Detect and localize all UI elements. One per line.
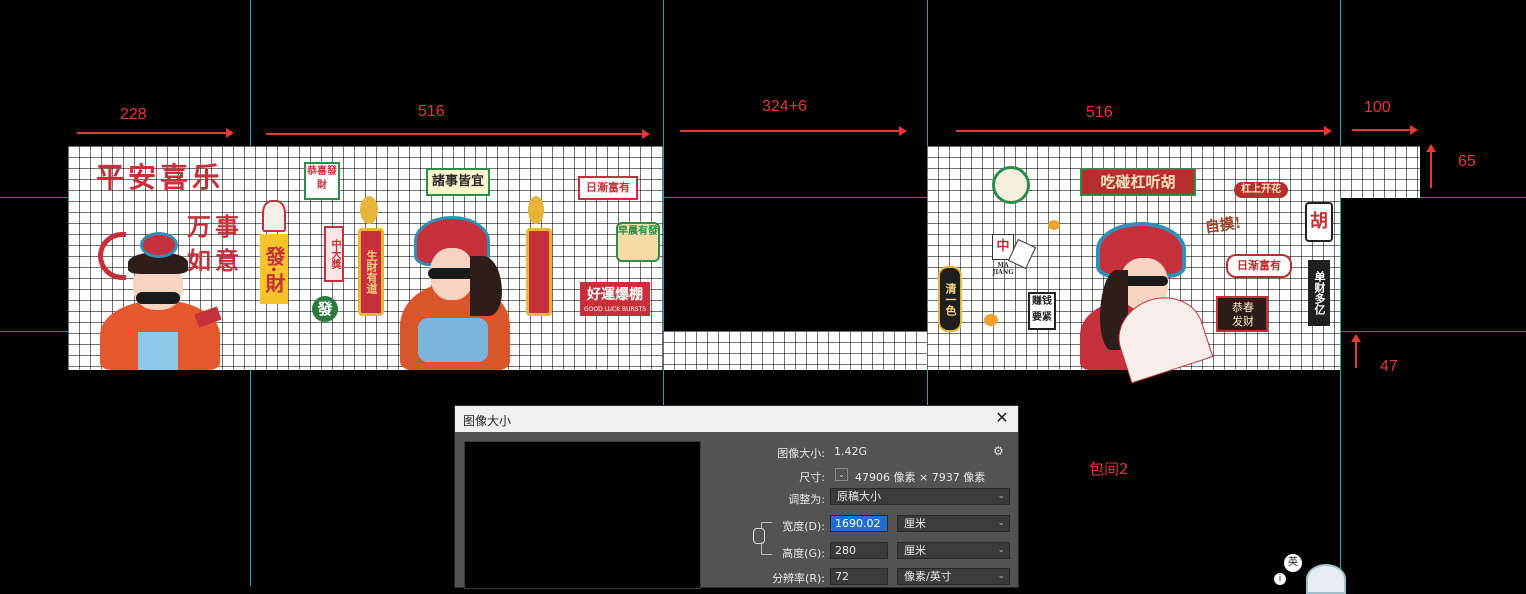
- room-label: 包间2: [1089, 460, 1129, 478]
- round-badge-icon: [992, 166, 1030, 204]
- gear-icon[interactable]: ⚙: [993, 444, 1004, 458]
- chevron-down-icon: ⌄: [997, 571, 1005, 581]
- dimension-arrow-5: [1352, 125, 1418, 135]
- dimensions-label: 尺寸:: [799, 471, 825, 484]
- lantern-sheng-cai: 生財有道: [358, 228, 384, 316]
- lantern-top-ornament: [360, 196, 378, 224]
- dimension-arrow-4: [956, 126, 1332, 136]
- character-boy-headdress: [140, 232, 178, 258]
- sign-ri-jian-fu-you-2: 日渐富有: [1226, 254, 1292, 278]
- sign-hao-yun-subtitle: GOOD LUCK BURSTS: [583, 306, 647, 313]
- fit-to-label: 调整为:: [788, 493, 825, 506]
- info-icon[interactable]: i: [1274, 573, 1286, 585]
- sign-zhuan-qian-yao-jin: 赚钱要紧: [1028, 292, 1056, 330]
- sign-qing-yi-se: 清一色: [938, 266, 962, 332]
- dimension-label-1: 228: [120, 106, 147, 123]
- chevron-down-icon[interactable]: ⌄: [835, 468, 848, 481]
- wall-panel-far-right: [1340, 146, 1420, 198]
- sign-hao-yun-bao-peng: 好運爆棚 GOOD LUCK BURSTS: [580, 282, 650, 316]
- width-input[interactable]: 1690.02: [830, 515, 888, 532]
- sign-fa-round: 發: [312, 296, 338, 322]
- dimension-arrow-3: [680, 126, 907, 136]
- ime-label: 英: [1288, 557, 1298, 568]
- fit-to-dropdown[interactable]: 原稿大小 ⌄: [830, 488, 1010, 505]
- ime-indicator[interactable]: 英: [1284, 554, 1302, 572]
- wall-panel-middle-low: [663, 331, 927, 370]
- chevron-down-icon: ⌄: [997, 518, 1005, 528]
- dimension-arrow-2: [266, 129, 650, 139]
- lantern-right-ornament: [528, 196, 544, 224]
- dimension-label-4: 516: [1086, 104, 1113, 121]
- orange-icon: [1048, 220, 1060, 230]
- sunglasses-icon-2: [428, 268, 476, 279]
- sign-ri-jian-fu-you: 日漸富有: [578, 176, 638, 200]
- resolution-unit-dropdown[interactable]: 像素/英寸 ⌄: [897, 568, 1010, 585]
- image-size-dialog: 图像大小 ✕ 图像大小: 1.42G ⚙ 尺寸: ⌄ 47906 像素 × 79…: [454, 405, 1019, 589]
- text-wan-shi: 万事: [187, 212, 243, 241]
- chevron-down-icon: ⌄: [997, 545, 1005, 555]
- orange-icon-2: [984, 314, 998, 326]
- resolution-input[interactable]: 72: [830, 568, 888, 585]
- height-input[interactable]: 280: [830, 542, 888, 559]
- text-ma-jiang: MA JIANG: [992, 262, 1014, 276]
- height-arrow-top: [1426, 144, 1436, 188]
- image-size-label: 图像大小:: [777, 447, 825, 460]
- sign-dan-cai-duo-yi: 单财多亿: [1308, 260, 1330, 326]
- height-label: 高度(G):: [782, 547, 825, 560]
- sign-zhong-da-jiang: 中大獎: [324, 226, 344, 282]
- sign-chi-peng-gang-ting-hu: 吃碰杠听胡: [1080, 168, 1196, 196]
- close-icon[interactable]: ✕: [992, 408, 1012, 428]
- width-unit-dropdown[interactable]: 厘米 ⌄: [897, 515, 1010, 532]
- text-ping-an-xi-le: 平安喜乐: [96, 161, 225, 194]
- dialog-title: 图像大小: [463, 414, 512, 428]
- image-size-value: 1.42G: [834, 445, 868, 458]
- lantern-right: [526, 228, 552, 316]
- height-label-bottom: 47: [1380, 358, 1398, 375]
- sign-gong-chun-text: 恭春发财: [1232, 301, 1254, 328]
- height-unit-dropdown[interactable]: 厘米 ⌄: [897, 542, 1010, 559]
- sunglasses-icon-3: [1124, 276, 1168, 286]
- dialog-title-bar[interactable]: 图像大小 ✕: [455, 406, 1018, 432]
- sign-gong-xi-fa-cai: 恭喜發財: [304, 162, 340, 200]
- width-label: 宽度(D):: [782, 520, 825, 533]
- fit-to-value: 原稿大小: [837, 490, 881, 503]
- sign-zao-an: 早晨有發: [616, 222, 660, 262]
- resolution-label: 分辨率(R):: [772, 572, 825, 585]
- image-preview[interactable]: [464, 441, 701, 589]
- character-boy-collar: [138, 332, 178, 370]
- cat-icon: [262, 200, 286, 232]
- width-unit-value: 厘米: [904, 517, 926, 530]
- dimension-arrow-1: [77, 128, 234, 138]
- height-unit-value: 厘米: [904, 544, 926, 557]
- resolution-unit-value: 像素/英寸: [904, 570, 952, 583]
- text-ru-yi: 如意: [187, 246, 243, 275]
- sign-hao-yun-title: 好運爆棚: [587, 287, 643, 303]
- height-arrow-bottom: [1351, 334, 1361, 368]
- sign-fa-cai: 發·財: [260, 234, 288, 304]
- dimensions-value: 47906 像素 × 7937 像素: [855, 471, 986, 484]
- assistant-mascot-icon[interactable]: [1306, 564, 1346, 594]
- sunglasses-icon: [136, 292, 180, 304]
- chevron-down-icon: ⌄: [997, 491, 1005, 501]
- sign-gong-chun-fa-cai: 恭春发财: [1216, 296, 1268, 332]
- opera-character-pants: [418, 318, 488, 362]
- height-label-top: 65: [1458, 153, 1476, 170]
- dimension-label-3: 324+6: [762, 98, 807, 115]
- sign-zhu-shi-jie-yi: 諸事皆宜: [426, 168, 490, 196]
- dimension-label-2: 516: [418, 103, 445, 120]
- sign-hu: 胡: [1305, 202, 1333, 242]
- sign-gang-shang-kai-hua: 杠上开花: [1234, 182, 1288, 198]
- dimension-label-5: 100: [1364, 99, 1391, 116]
- guide-vertical-4: [1340, 0, 1341, 586]
